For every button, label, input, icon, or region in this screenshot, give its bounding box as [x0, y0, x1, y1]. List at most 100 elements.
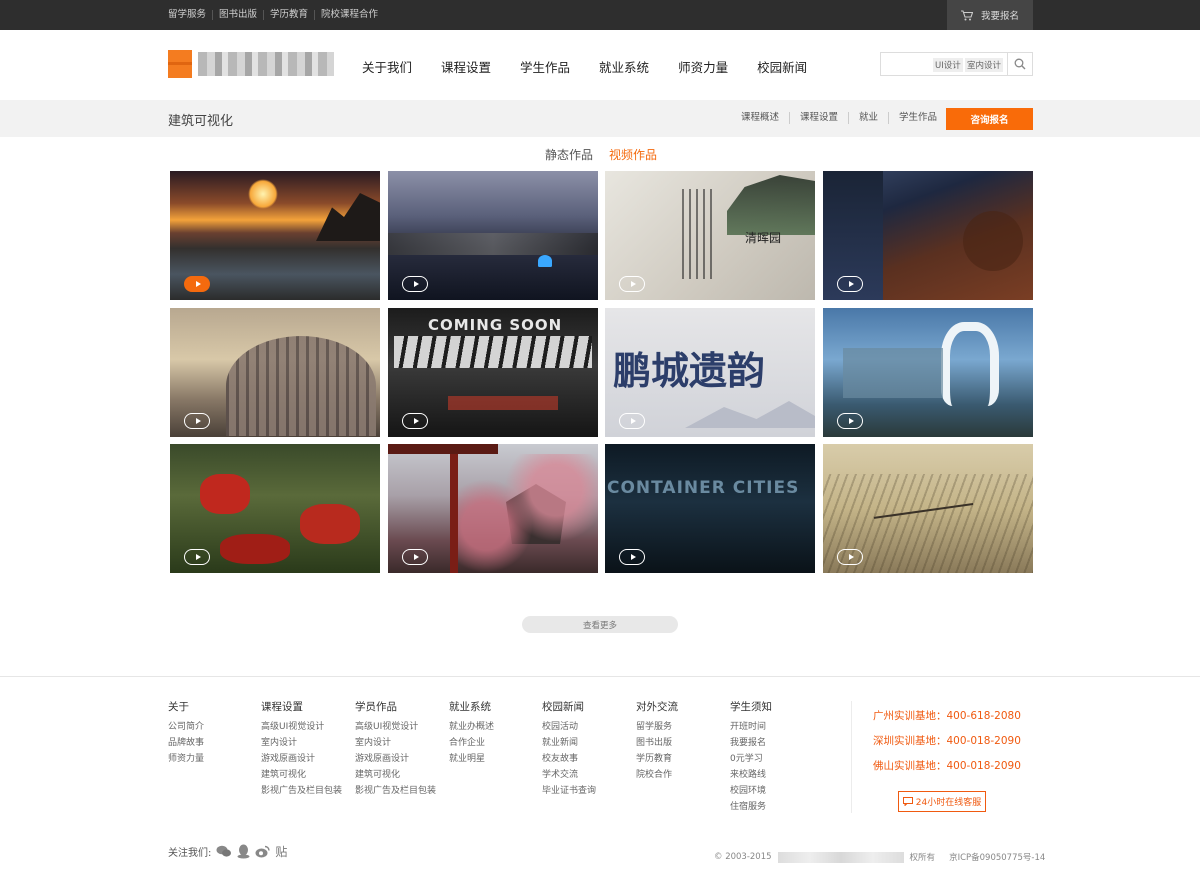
sub-nav: 课程概述 课程设置 就业 学生作品 [731, 112, 947, 124]
play-icon[interactable] [619, 413, 645, 429]
footer-heading: 学生须知 [730, 701, 772, 713]
phone-list: 广州实训基地：400-618-2080 深圳实训基地：400-018-2090 … [873, 704, 1021, 779]
phone-shenzhen: 深圳实训基地：400-018-2090 [873, 735, 1021, 747]
company-name-blurred [777, 851, 904, 863]
icp-number: 京ICP备09050775号-14 [949, 853, 1046, 863]
search-box[interactable]: UI设计 室内设计 [880, 52, 1033, 76]
tab-video-works[interactable]: 视频作品 [609, 146, 657, 163]
play-icon[interactable] [184, 276, 210, 292]
top-bar: 留学服务 图书出版 学历教育 院校课程合作 我要报名 [0, 0, 1200, 30]
footer-link[interactable]: 就业办概述 [449, 719, 494, 735]
video-thumb-dome-building[interactable] [170, 308, 380, 437]
top-link-education[interactable]: 学历教育 [263, 10, 314, 20]
calligraphy-title: 清晖园 [745, 231, 782, 245]
footer-link[interactable]: 高级UI视觉设计 [355, 719, 436, 735]
footer-col-courses: 课程设置 高级UI视觉设计 室内设计 游戏原画设计 建筑可视化 影视广告及栏目包… [261, 699, 342, 799]
footer-link[interactable]: 来校路线 [730, 767, 772, 783]
footer-link[interactable]: 就业明星 [449, 751, 494, 767]
video-thumb-ink-calligraphy[interactable]: 清晖园 [605, 171, 815, 300]
search-button[interactable] [1007, 53, 1032, 75]
footer-link[interactable]: 室内设计 [355, 735, 436, 751]
footer-link[interactable]: 我要报名 [730, 735, 772, 751]
footer-link[interactable]: 校友故事 [542, 751, 596, 767]
video-thumb-voxel-flowers[interactable] [170, 444, 380, 573]
qq-icon[interactable] [237, 844, 250, 859]
play-icon[interactable] [837, 549, 863, 565]
footer-link[interactable]: 毕业证书查询 [542, 783, 596, 799]
footer-heading: 校园新闻 [542, 701, 584, 713]
footer-link[interactable]: 高级UI视觉设计 [261, 719, 342, 735]
play-icon[interactable] [402, 276, 428, 292]
footer-link[interactable]: 公司简介 [168, 719, 204, 735]
top-signup-button[interactable]: 我要报名 [947, 0, 1033, 30]
top-link-study-abroad[interactable]: 留学服务 [168, 10, 212, 20]
footer-link[interactable]: 游戏原画设计 [261, 751, 342, 767]
logo-icon[interactable] [168, 50, 192, 78]
nav-about[interactable]: 关于我们 [362, 57, 412, 76]
play-icon[interactable] [184, 549, 210, 565]
online-service-button[interactable]: 24小时在线客服 [898, 791, 986, 812]
video-thumb-rooftop-dusk[interactable] [823, 171, 1033, 300]
sub-link-employment[interactable]: 就业 [848, 112, 888, 124]
footer-link[interactable]: 校园环境 [730, 783, 772, 799]
sub-link-works[interactable]: 学生作品 [888, 112, 947, 124]
footer-link[interactable]: 游戏原画设计 [355, 751, 436, 767]
nav-courses[interactable]: 课程设置 [441, 57, 491, 76]
play-icon[interactable] [837, 276, 863, 292]
search-tag-ui[interactable]: UI设计 [933, 58, 963, 72]
play-icon[interactable] [619, 276, 645, 292]
video-thumb-sepia-city[interactable] [823, 444, 1033, 573]
footer-col-works: 学员作品 高级UI视觉设计 室内设计 游戏原画设计 建筑可视化 影视广告及栏目包… [355, 699, 436, 799]
play-icon[interactable] [837, 413, 863, 429]
video-thumb-ink-title[interactable]: 鹏城遗韵 [605, 308, 815, 437]
nav-works[interactable]: 学生作品 [520, 57, 570, 76]
top-link-books[interactable]: 图书出版 [212, 10, 263, 20]
footer-col-news: 校园新闻 校园活动 就业新闻 校友故事 学术交流 毕业证书查询 [542, 699, 596, 799]
footer-link[interactable]: 品牌故事 [168, 735, 204, 751]
sub-link-courses[interactable]: 课程设置 [789, 112, 848, 124]
footer-link[interactable]: 合作企业 [449, 735, 494, 751]
consult-button[interactable]: 咨询报名 [946, 108, 1033, 130]
video-thumb-futuristic-arch[interactable] [823, 308, 1033, 437]
footer-link[interactable]: 影视广告及栏目包装 [261, 783, 342, 799]
phone-guangzhou: 广州实训基地：400-618-2080 [873, 710, 1021, 722]
tab-static-works[interactable]: 静态作品 [545, 146, 593, 163]
social-follow: 关注我们: 贴 [168, 843, 287, 860]
footer-link[interactable]: 住宿服务 [730, 799, 772, 815]
footer-link[interactable]: 校园活动 [542, 719, 596, 735]
footer-link[interactable]: 图书出版 [636, 735, 678, 751]
footer-link[interactable]: 室内设计 [261, 735, 342, 751]
footer-link[interactable]: 0元学习 [730, 751, 772, 767]
play-icon[interactable] [402, 549, 428, 565]
footer-link[interactable]: 学术交流 [542, 767, 596, 783]
nav-news[interactable]: 校园新闻 [757, 57, 807, 76]
footer-link[interactable]: 影视广告及栏目包装 [355, 783, 436, 799]
follow-label: 关注我们: [168, 848, 212, 859]
footer-link[interactable]: 院校合作 [636, 767, 678, 783]
footer-link[interactable]: 留学服务 [636, 719, 678, 735]
video-thumb-coming-soon-graffiti[interactable]: COMING SOON [388, 308, 598, 437]
footer-link[interactable]: 师资力量 [168, 751, 204, 767]
tieba-icon[interactable]: 贴 [275, 843, 287, 860]
sub-link-overview[interactable]: 课程概述 [731, 112, 789, 124]
wechat-icon[interactable] [216, 845, 232, 858]
footer-link[interactable]: 建筑可视化 [261, 767, 342, 783]
footer-link[interactable]: 学历教育 [636, 751, 678, 767]
play-icon[interactable] [184, 413, 210, 429]
nav-employment[interactable]: 就业系统 [599, 57, 649, 76]
coming-soon-text: COMING SOON [428, 316, 563, 334]
load-more-button[interactable]: 查看更多 [522, 616, 678, 633]
video-thumb-sunset-coast[interactable] [170, 171, 380, 300]
footer-link[interactable]: 建筑可视化 [355, 767, 436, 783]
footer-link[interactable]: 开班时间 [730, 719, 772, 735]
nav-teachers[interactable]: 师资力量 [678, 57, 728, 76]
search-tag-interior[interactable]: 室内设计 [965, 58, 1004, 72]
play-icon[interactable] [402, 413, 428, 429]
video-thumb-night-harbor[interactable] [388, 171, 598, 300]
video-thumb-container-cities[interactable]: CONTAINER CITIES [605, 444, 815, 573]
footer-link[interactable]: 就业新闻 [542, 735, 596, 751]
weibo-icon[interactable] [255, 845, 271, 858]
video-thumb-pagoda-blossom[interactable] [388, 444, 598, 573]
play-icon[interactable] [619, 549, 645, 565]
top-link-cooperation[interactable]: 院校课程合作 [314, 10, 384, 20]
